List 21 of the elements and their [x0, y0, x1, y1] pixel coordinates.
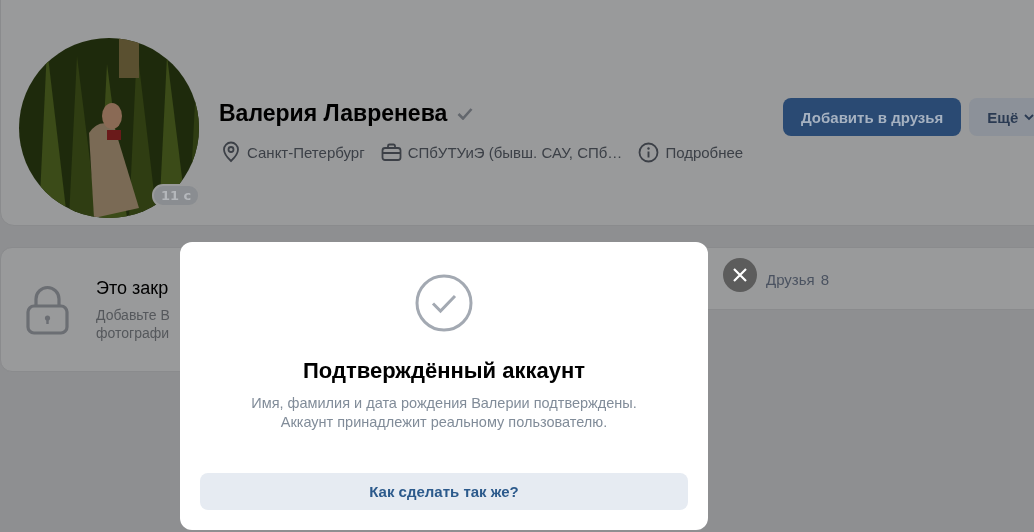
info-icon [638, 141, 660, 163]
add-friend-button[interactable]: Добавить в друзья [783, 98, 962, 136]
dialog-description: Имя, фамилия и дата рождения Валерии подтверждены. Аккаунт принадлежит реальному пользователю. [251, 394, 637, 432]
profile-detail[interactable]: Подробнее [665, 143, 744, 161]
location-pin-icon [221, 141, 241, 163]
profile-detail[interactable]: Санкт-Петербург [247, 143, 365, 161]
more-button[interactable]: Ещё [969, 98, 1034, 136]
check-circle-icon [415, 274, 473, 332]
verified-check-icon[interactable] [457, 107, 474, 120]
profile-name: Валерия Лавренева [219, 100, 448, 127]
profile-detail[interactable]: СПбУТУиЭ (бывш. САУ, СПб… [407, 143, 623, 161]
caret-icon [1024, 113, 1034, 121]
how-to-button[interactable]: Как сделать так же? [200, 473, 688, 510]
friends-link[interactable]: Друзья [766, 271, 815, 288]
friends-count: 8 [820, 271, 829, 288]
closed-profile-text: фотографи [96, 324, 170, 342]
lock-icon [26, 285, 69, 335]
briefcase-icon [380, 142, 402, 162]
dialog-title: Подтверждённый аккаунт [303, 358, 585, 384]
closed-profile-text: Добавьте В [96, 306, 170, 324]
closed-profile-title: Это закр [96, 278, 169, 299]
